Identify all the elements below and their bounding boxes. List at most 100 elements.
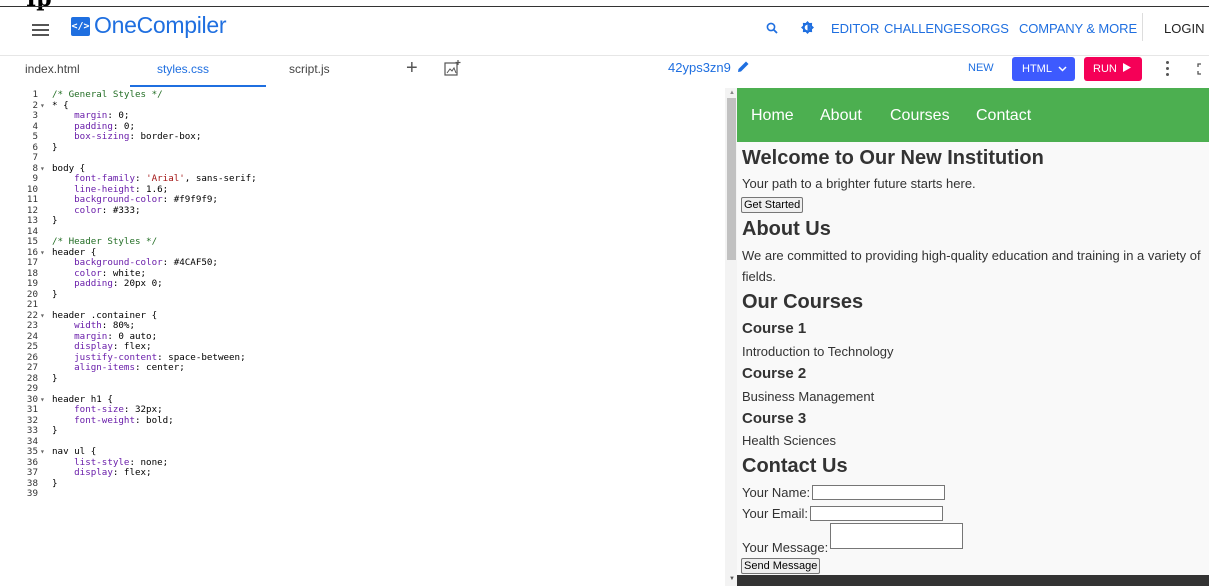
code-line[interactable]: 12 color: #333; [0,205,720,217]
code-text: } [52,372,58,384]
navbar-separator [1142,13,1143,41]
code-text: } [52,215,58,226]
fold-toggle-icon[interactable]: ▾ [40,311,45,322]
code-line[interactable]: 34 [0,436,720,448]
course-3-title: Course 3 [742,410,807,427]
language-select-button[interactable]: HTML [1012,57,1075,81]
nav-orgs-link[interactable]: ORGS [971,21,1009,36]
email-label: Your Email: [742,506,808,521]
line-number: 17 [26,257,38,268]
email-input[interactable] [810,506,943,521]
fold-toggle-icon[interactable]: ▾ [40,447,45,458]
welcome-heading: Welcome to Our New Institution [742,147,1044,169]
fullscreen-icon[interactable] [1197,62,1207,80]
course-2-title: Course 2 [742,365,807,382]
theme-toggle-icon[interactable] [801,21,814,39]
code-line[interactable]: 29 [0,383,720,395]
scroll-up-arrow-icon[interactable]: ▲ [729,90,735,96]
code-line[interactable]: 20} [0,288,720,301]
fold-toggle-icon[interactable]: ▾ [40,101,45,112]
code-text: font-weight: bold; [52,414,174,426]
line-number: 31 [26,404,38,415]
run-label: RUN [1093,63,1117,75]
hamburger-menu-icon[interactable] [32,24,49,36]
line-number: 1 [32,89,38,100]
line-number: 3 [32,110,38,121]
new-button[interactable]: NEW [968,62,994,74]
brand-name[interactable]: OneCompiler [94,12,227,39]
line-number: 19 [26,278,38,289]
course-1-title: Course 1 [742,320,807,337]
preview-footer [737,575,1209,586]
tab-index-html[interactable]: index.html [25,62,80,76]
code-line[interactable]: 13} [0,215,720,227]
contact-heading: Contact Us [742,455,848,477]
preview-nav-about[interactable]: About [820,107,862,125]
code-text: } [52,288,58,300]
line-number: 39 [26,488,38,499]
code-line[interactable]: 33} [0,425,720,437]
code-line[interactable]: 6} [0,141,720,154]
preview-nav-contact[interactable]: Contact [976,107,1031,125]
code-line[interactable]: 38} [0,478,720,490]
code-line[interactable]: 15 /* Header Styles */ [0,236,720,248]
project-name[interactable]: 42yps3zn9 [668,60,731,75]
code-text: } [52,141,58,153]
code-line[interactable]: 28} [0,372,720,385]
code-line[interactable]: 27 align-items: center; [0,362,720,374]
tab-styles-css[interactable]: styles.css [157,62,209,76]
code-text: padding: 20px 0; [52,278,163,289]
line-number: 25 [26,341,38,352]
active-tab-indicator [130,85,266,87]
editor-tab-bar: index.html styles.css script.js + 42yps3… [0,56,1209,88]
code-line[interactable]: 7 [0,152,720,164]
preview-nav-courses[interactable]: Courses [890,107,950,125]
login-link[interactable]: LOGIN [1164,21,1204,36]
more-options-icon[interactable] [1166,61,1169,77]
line-number: 11 [26,194,38,205]
name-input[interactable] [812,485,945,500]
code-editor[interactable]: 1/* General Styles */2 ▾ * {3 margin: 0; 4 … [0,88,725,586]
edit-name-icon[interactable] [737,60,750,78]
run-button[interactable]: RUN [1084,57,1142,81]
message-textarea[interactable] [830,523,963,549]
code-text: display: flex; [52,467,152,478]
line-number: 27 [26,362,38,373]
fold-toggle-icon[interactable]: ▾ [40,395,45,406]
course-3-desc: Health Sciences [742,433,836,448]
play-icon [1122,63,1131,72]
name-label: Your Name: [742,485,811,500]
output-preview: Home About Courses Contact Welcome to Ou… [737,88,1209,586]
tab-script-js[interactable]: script.js [289,62,330,76]
code-text: } [52,425,58,436]
code-line[interactable]: 39 [0,488,720,500]
code-line[interactable]: 32 font-weight: bold; [0,414,720,427]
search-icon[interactable] [766,21,778,39]
scrollbar-thumb[interactable] [727,98,736,260]
nav-editor-link[interactable]: EDITOR [831,21,879,36]
code-line[interactable]: 37 display: flex; [0,467,720,479]
code-text: /* Header Styles */ [52,236,158,247]
fold-toggle-icon[interactable]: ▾ [40,164,45,175]
preview-header: Home About Courses Contact [737,88,1209,142]
send-message-button[interactable]: Send Message [741,558,821,574]
nav-company-more-link[interactable]: COMPANY & MORE [1019,21,1137,36]
code-line[interactable]: 5 box-sizing: border-box; [0,131,720,143]
preview-nav-home[interactable]: Home [751,107,794,125]
top-divider [0,6,1209,7]
scroll-down-arrow-icon[interactable]: ▼ [729,576,735,582]
get-started-button[interactable]: Get Started [741,197,804,213]
code-text: /* General Styles */ [52,89,163,100]
nav-challenges-link[interactable]: CHALLENGES [884,21,971,36]
courses-heading: Our Courses [742,291,864,313]
code-line[interactable]: 19 padding: 20px 0; [0,278,720,290]
upload-image-icon[interactable] [444,60,461,82]
code-line[interactable]: 1 /* General Styles */ [0,89,720,101]
code-line[interactable]: 21 [0,299,720,311]
fold-toggle-icon[interactable]: ▾ [40,248,45,259]
add-file-button[interactable]: + [406,57,418,80]
line-number: 23 [26,320,38,331]
line-number: 35 [26,446,38,457]
line-number: 5 [32,131,38,142]
logo-icon[interactable]: </> [71,17,90,36]
